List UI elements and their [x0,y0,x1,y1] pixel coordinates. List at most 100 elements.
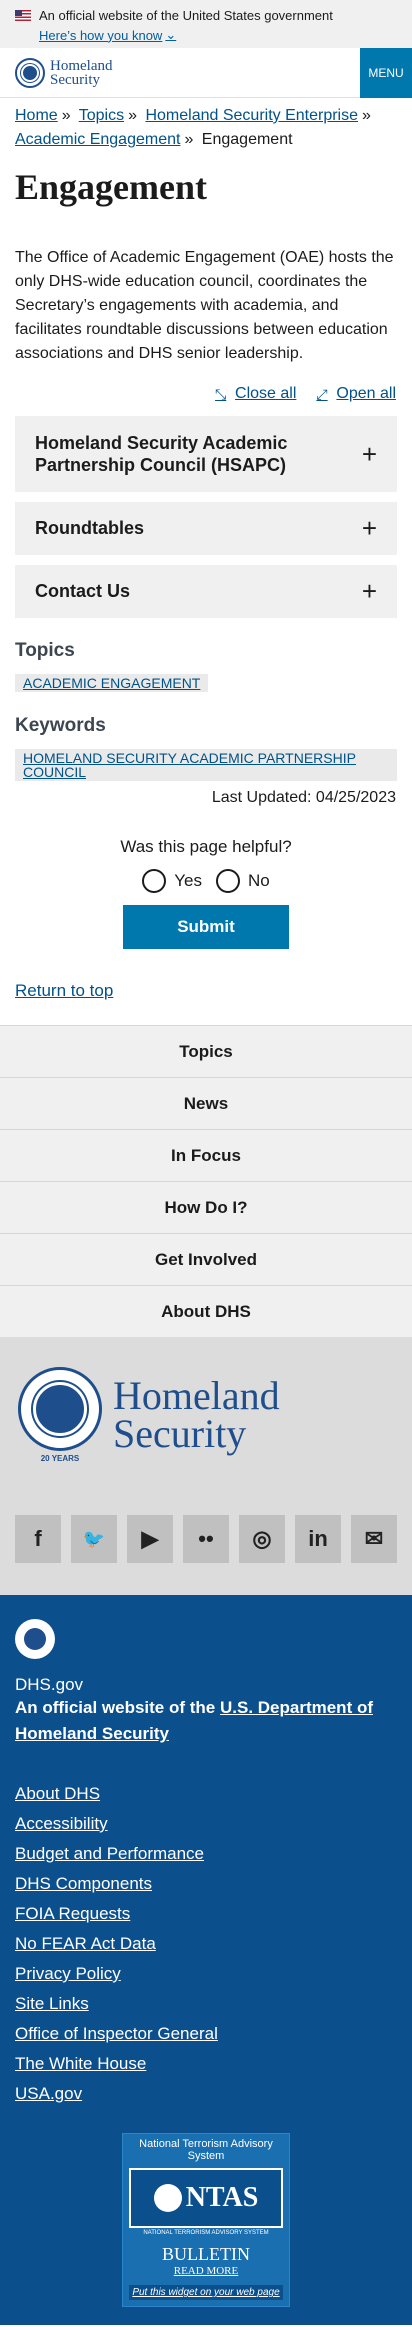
topic-tag[interactable]: ACADEMIC ENGAGEMENT [15,674,209,692]
accordion-item-hsapc[interactable]: Homeland Security Academic Partnership C… [15,416,397,492]
ntas-seal-icon [153,2184,182,2212]
breadcrumb-topics[interactable]: Topics [79,107,124,124]
ntas-widget[interactable]: National Terrorism Advisory System NTAS … [122,2133,290,2307]
email-icon[interactable]: ✉ [351,1515,397,1563]
breadcrumb-current: Engagement [201,131,293,148]
instagram-icon[interactable]: ◎ [239,1515,285,1563]
submit-button[interactable]: Submit [123,905,289,949]
breadcrumb-sep: » [128,107,138,124]
close-all-label: Close all [235,385,297,402]
expand-icon: ⤢ [316,386,328,402]
ntas-bulletin: BULLETIN [162,2244,250,2264]
menu-button[interactable]: MENU [360,47,412,98]
topics-heading: Topics [15,640,75,661]
accordion-item-roundtables[interactable]: Roundtables + [15,502,397,555]
dhs-seal-20-years-icon: 20 YEARS [15,1367,105,1463]
accordion: Homeland Security Academic Partnership C… [0,408,412,618]
accordion-label: Roundtables [35,518,145,538]
footer-nav-how-do-i[interactable]: How Do I? [0,1181,412,1233]
feedback-form: Was this page helpful? Yes No Submit [0,811,412,949]
footer-nav-about-dhs[interactable]: About DHS [0,1285,412,1337]
breadcrumb-sep: » [362,107,371,124]
seal-years-label: 20 YEARS [40,1454,80,1463]
keyword-tag[interactable]: HOMELAND SECURITY ACADEMIC PARTNERSHIP C… [15,749,397,781]
accordion-label: Homeland Security Academic Partnership C… [35,433,288,475]
site-header: Homeland Security MENU [0,47,412,98]
dhs-logo-link[interactable]: Homeland Security [15,57,112,88]
twitter-icon[interactable]: 🐦 [71,1515,117,1563]
footer-dark: DHS.gov An official website of the U.S. … [0,1595,412,2325]
radio-no[interactable] [216,869,240,893]
ntas-read-more[interactable]: READ MORE [129,2265,283,2277]
intro-text: The Office of Academic Engagement (OAE) … [15,249,394,362]
footer-link-accessibility[interactable]: Accessibility [15,1809,397,1839]
keywords-heading: Keywords [15,715,106,736]
close-all-button[interactable]: ⤡ Close all [215,385,296,403]
feedback-options: Yes No [0,869,412,893]
footer-nav-get-involved[interactable]: Get Involved [0,1233,412,1285]
youtube-icon[interactable]: ▶ [127,1515,173,1563]
footer-links: About DHS Accessibility Budget and Perfo… [15,1779,397,2109]
feedback-question: Was this page helpful? [120,837,292,856]
breadcrumb-academic[interactable]: Academic Engagement [15,131,180,148]
footer-link-site-links[interactable]: Site Links [15,1989,397,2019]
linkedin-icon[interactable]: in [295,1515,341,1563]
breadcrumb-sep: » [184,131,194,148]
plus-icon: + [361,576,377,606]
footer-link-about[interactable]: About DHS [15,1779,397,1809]
breadcrumb: Home» Topics» Homeland Security Enterpri… [0,98,412,152]
how-you-know-label: Here’s how you know [39,27,163,43]
ntas-widget-link[interactable]: Put this widget on your web page [129,2285,283,2300]
footer-link-white-house[interactable]: The White House [15,2049,397,2079]
accordion-controls: ⤡ Close all ⤢ Open all [0,366,412,408]
last-updated: Last Updated: 04/25/2023 [211,789,396,806]
ntas-badge: NTAS [129,2168,283,2228]
footer-nav-topics[interactable]: Topics [0,1025,412,1077]
gov-banner: An official website of the United States… [0,0,412,48]
accordion-item-contact[interactable]: Contact Us + [15,565,397,618]
footer-nav: Topics News In Focus How Do I? Get Invol… [0,1025,412,1337]
return-to-top-link[interactable]: Return to top [15,981,113,1000]
open-all-label: Open all [336,385,396,402]
footer-logo[interactable]: 20 YEARS Homeland Security [15,1367,397,1463]
ntas-name: NTAS [185,2182,259,2213]
breadcrumb-enterprise[interactable]: Homeland Security Enterprise [145,107,358,124]
footer-site-name: DHS.gov [15,1675,84,1694]
open-all-button[interactable]: ⤢ Open all [316,385,396,403]
facebook-icon[interactable]: f [15,1515,61,1563]
logo-text: Homeland Security [50,58,112,88]
footer-link-no-fear[interactable]: No FEAR Act Data [15,1929,397,1959]
breadcrumb-home[interactable]: Home [15,107,58,124]
ntas-title: National Terrorism Advisory System [139,2138,273,2162]
footer-official-text: An official website of the U.S. Departme… [15,1695,397,1747]
how-you-know-link[interactable]: Here’s how you know ⌄ [39,27,176,43]
dhs-seal-icon [15,57,45,88]
logo-line2: Security [50,71,100,88]
footer-nav-in-focus[interactable]: In Focus [0,1129,412,1181]
footer-link-foia[interactable]: FOIA Requests [15,1899,397,1929]
footer-link-oig[interactable]: Office of Inspector General [15,2019,397,2049]
plus-icon: + [361,439,377,469]
us-flag-icon [15,9,31,21]
no-label: No [248,871,270,890]
footer-nav-news[interactable]: News [0,1077,412,1129]
accordion-label: Contact Us [35,581,131,601]
footer-link-components[interactable]: DHS Components [15,1869,397,1899]
flickr-icon[interactable]: •• [183,1515,229,1563]
footer-link-privacy[interactable]: Privacy Policy [15,1959,397,1989]
footer-brand-area: 20 YEARS Homeland Security f 🐦 ▶ •• ◎ in… [0,1337,412,1595]
collapse-icon: ⤡ [215,386,227,402]
ntas-subtitle: NATIONAL TERRORISM ADVISORY SYSTEM [143,2230,269,2236]
radio-yes[interactable] [142,869,167,893]
chevron-down-icon: ⌄ [165,27,177,42]
feedback-no[interactable]: No [216,869,270,893]
return-top-wrap: Return to top [0,949,412,1015]
dhs-seal-icon [15,1619,55,1659]
page-title: Engagement [15,167,207,207]
feedback-yes[interactable]: Yes [142,869,202,893]
social-links: f 🐦 ▶ •• ◎ in ✉ [15,1515,397,1563]
footer-link-usa-gov[interactable]: USA.gov [15,2079,397,2109]
footer-link-budget[interactable]: Budget and Performance [15,1839,397,1869]
plus-icon: + [361,513,377,543]
gov-official-text: An official website of the United States… [39,7,333,23]
